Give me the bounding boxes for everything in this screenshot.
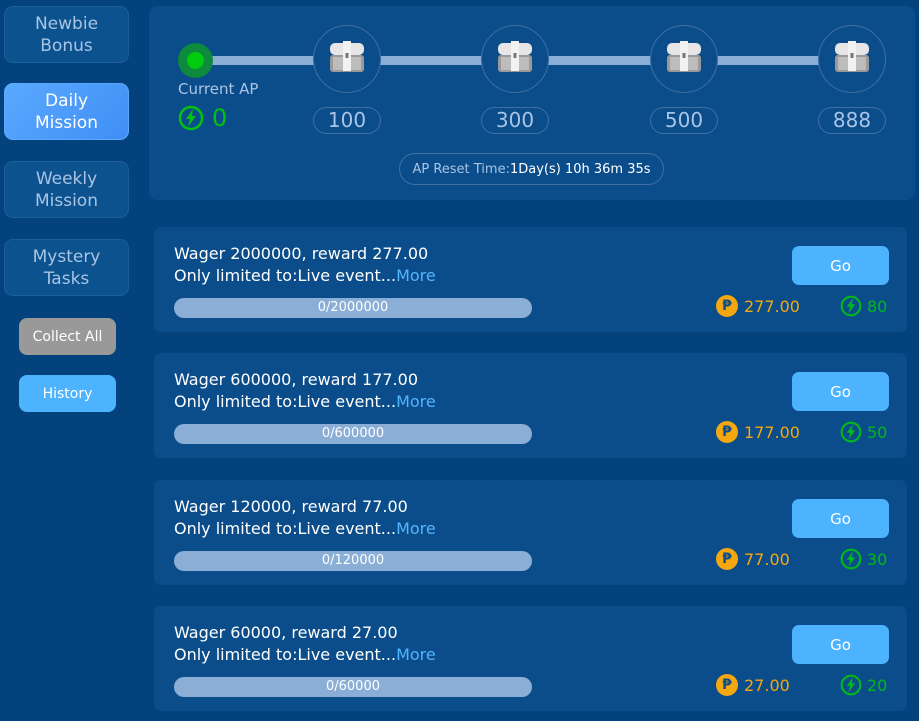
mission-title: Wager 120000, reward 77.00 xyxy=(174,497,408,516)
go-button[interactable]: Go xyxy=(792,625,889,664)
ap-reward: 20 xyxy=(867,675,888,695)
mission-title: Wager 2000000, reward 277.00 xyxy=(174,244,429,263)
tab-weekly-mission[interactable]: Weekly Mission xyxy=(4,161,129,218)
ap-progress-panel: Current AP 0 100 300 500 888 AP Reset Time:… xyxy=(149,6,915,200)
chest-milestone-1[interactable] xyxy=(481,25,549,93)
current-ap-value: 0 xyxy=(178,104,227,132)
current-ap-marker xyxy=(178,43,213,78)
mission-progress-bar: 0/60000 xyxy=(174,677,532,697)
bolt-icon xyxy=(840,421,862,443)
chest-milestone-0[interactable] xyxy=(313,25,381,93)
milestone-label: 888 xyxy=(818,107,886,134)
history-button[interactable]: History xyxy=(19,375,116,412)
ap-reward: 30 xyxy=(867,549,888,569)
go-button[interactable]: Go xyxy=(792,372,889,411)
mission-progress-bar: 0/2000000 xyxy=(174,298,532,318)
reward-amount: 77.00 xyxy=(744,549,790,569)
bolt-icon xyxy=(178,105,204,131)
go-button[interactable]: Go xyxy=(792,499,889,538)
milestone-label: 300 xyxy=(481,107,549,134)
mission-card: Wager 120000, reward 77.00 Only limited … xyxy=(154,480,907,585)
peso-coin-icon: ₱ xyxy=(716,421,738,443)
more-link[interactable]: More xyxy=(396,645,436,664)
bolt-icon xyxy=(840,674,862,696)
chest-milestone-2[interactable] xyxy=(650,25,718,93)
mission-card: Wager 2000000, reward 277.00 Only limite… xyxy=(154,227,907,332)
more-link[interactable]: More xyxy=(396,266,436,285)
more-link[interactable]: More xyxy=(396,392,436,411)
tab-newbie-bonus[interactable]: Newbie Bonus xyxy=(4,6,129,63)
current-ap-label: Current AP xyxy=(178,80,259,98)
tab-mystery-tasks[interactable]: Mystery Tasks xyxy=(4,239,129,296)
more-link[interactable]: More xyxy=(396,519,436,538)
chest-icon xyxy=(495,39,535,79)
chest-icon xyxy=(664,39,704,79)
mission-limit: Only limited to:Live event... xyxy=(174,519,397,538)
mission-title: Wager 60000, reward 27.00 xyxy=(174,623,398,642)
chest-icon xyxy=(832,39,872,79)
peso-coin-icon: ₱ xyxy=(716,674,738,696)
milestone-label: 500 xyxy=(650,107,718,134)
reward-amount: 277.00 xyxy=(744,296,800,316)
chest-icon xyxy=(327,39,367,79)
mission-card: Wager 600000, reward 177.00 Only limited… xyxy=(154,353,907,458)
peso-coin-icon: ₱ xyxy=(716,548,738,570)
reward-amount: 177.00 xyxy=(744,422,800,442)
mission-card: Wager 60000, reward 27.00 Only limited t… xyxy=(154,606,907,711)
ap-reset-time: AP Reset Time: 1Day(s) 10h 36m 35s xyxy=(399,153,664,185)
ap-reward: 50 xyxy=(867,422,888,442)
ap-reward: 80 xyxy=(867,296,888,316)
mission-title: Wager 600000, reward 177.00 xyxy=(174,370,418,389)
bolt-icon xyxy=(840,295,862,317)
mission-progress-bar: 0/120000 xyxy=(174,551,532,571)
mission-limit: Only limited to:Live event... xyxy=(174,645,397,664)
milestone-label: 100 xyxy=(313,107,381,134)
tab-daily-mission[interactable]: Daily Mission xyxy=(4,83,129,140)
mission-limit: Only limited to:Live event... xyxy=(174,266,397,285)
bolt-icon xyxy=(840,548,862,570)
go-button[interactable]: Go xyxy=(792,246,889,285)
mission-progress-bar: 0/600000 xyxy=(174,424,532,444)
peso-coin-icon: ₱ xyxy=(716,295,738,317)
mission-limit: Only limited to:Live event... xyxy=(174,392,397,411)
collect-all-button[interactable]: Collect All xyxy=(19,318,116,355)
chest-milestone-3[interactable] xyxy=(818,25,886,93)
reward-amount: 27.00 xyxy=(744,675,790,695)
